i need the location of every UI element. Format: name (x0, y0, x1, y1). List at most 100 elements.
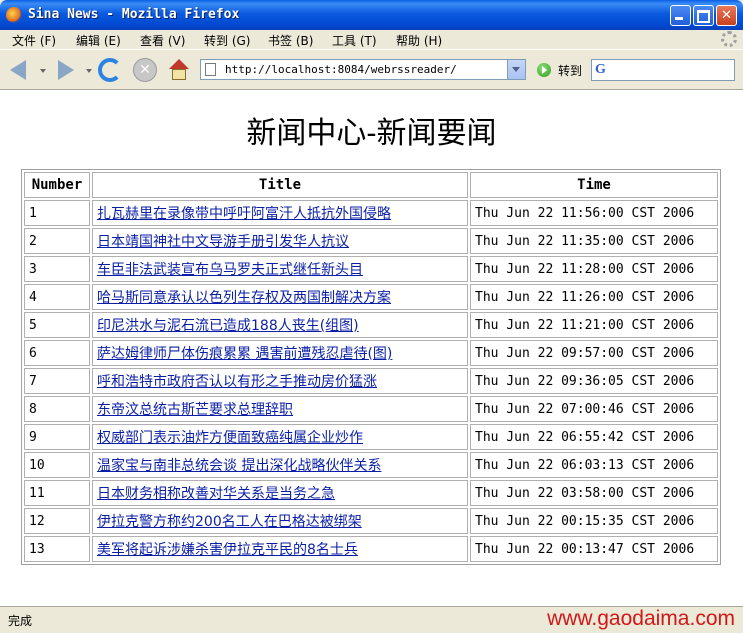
minimize-button[interactable] (670, 5, 691, 26)
table-row: 6 萨达姆律师尸体伤痕累累 遇害前遭残忍虐待(图) Thu Jun 22 09:57… (24, 340, 718, 366)
search-input[interactable]: G (591, 59, 735, 81)
back-button[interactable] (8, 58, 32, 82)
forward-icon (58, 60, 74, 80)
row-title-cell: 美军将起诉涉嫌杀害伊拉克平民的8名士兵 (92, 536, 468, 562)
news-title-link[interactable]: 美军将起诉涉嫌杀害伊拉克平民的8名士兵 (97, 542, 358, 558)
news-title-link[interactable]: 车臣非法武装宣布乌马罗夫正式继任新头目 (97, 262, 363, 278)
window-title-bar[interactable]: Sina News - Mozilla Firefox ✕ (0, 0, 743, 30)
page-content: 新闻中心-新闻要闻 Number Title Time 1 扎瓦赫里在录像带中呼吁… (0, 90, 743, 606)
back-history-dropdown[interactable] (40, 69, 46, 73)
row-number: 11 (24, 480, 90, 506)
table-row: 2 日本靖国神社中文导游手册引发华人抗议 Thu Jun 22 11:35:00 C… (24, 228, 718, 254)
table-row: 9 权威部门表示油炸方便面致癌纯属企业炒作 Thu Jun 22 06:55:42 … (24, 424, 718, 450)
row-time: Thu Jun 22 03:58:00 CST 2006 (470, 480, 718, 506)
news-title-link[interactable]: 印尼洪水与泥石流已造成188人丧生(组图) (97, 318, 359, 334)
news-title-link[interactable]: 哈马斯同意承认以色列生存权及两国制解决方案 (97, 290, 391, 306)
row-title-cell: 温家宝与南非总统会谈 提出深化战略伙伴关系 (92, 452, 468, 478)
row-time: Thu Jun 22 00:13:47 CST 2006 (470, 536, 718, 562)
row-number: 12 (24, 508, 90, 534)
status-bar: 完成 www.gaodaima.com (0, 606, 743, 633)
menu-help[interactable]: 帮助 (H) (396, 32, 442, 49)
close-icon: ✕ (721, 8, 732, 23)
row-number: 7 (24, 368, 90, 394)
reload-icon[interactable] (98, 58, 122, 82)
news-title-link[interactable]: 日本靖国神社中文导游手册引发华人抗议 (97, 234, 349, 250)
menu-tools[interactable]: 工具 (T) (332, 32, 377, 49)
row-number: 9 (24, 424, 90, 450)
row-number: 4 (24, 284, 90, 310)
row-number: 3 (24, 256, 90, 282)
maximize-button[interactable] (693, 5, 714, 26)
go-button[interactable]: 转到 (558, 62, 582, 79)
minimize-icon (675, 17, 683, 20)
google-icon[interactable]: G (595, 62, 611, 78)
home-house (172, 69, 186, 80)
table-row: 7 呼和浩特市政府否认以有形之手推动房价猛涨 Thu Jun 22 09:36:05… (24, 368, 718, 394)
news-title-link[interactable]: 扎瓦赫里在录像带中呼吁阿富汗人抵抗外国侵略 (97, 206, 391, 222)
url-bar[interactable]: http://localhost:8084/webrssreader/ (200, 59, 526, 80)
menu-edit[interactable]: 编辑 (E) (76, 32, 121, 49)
header-time: Time (470, 172, 718, 198)
go-icon[interactable] (537, 63, 551, 77)
row-time: Thu Jun 22 00:15:35 CST 2006 (470, 508, 718, 534)
forward-button[interactable] (54, 58, 78, 82)
table-row: 3 车臣非法武装宣布乌马罗夫正式继任新头目 Thu Jun 22 11:28:00 … (24, 256, 718, 282)
news-table: Number Title Time 1 扎瓦赫里在录像带中呼吁阿富汗人抵抗外国侵略… (21, 169, 721, 565)
navigation-toolbar: ✕ http://localhost:8084/webrssreader/ 转到… (0, 49, 743, 90)
row-title-cell: 扎瓦赫里在录像带中呼吁阿富汗人抵抗外国侵略 (92, 200, 468, 226)
forward-history-dropdown[interactable] (86, 69, 92, 73)
news-title-link[interactable]: 东帝汶总统古斯芒要求总理辞职 (97, 402, 293, 418)
header-title: Title (92, 172, 468, 198)
row-number: 6 (24, 340, 90, 366)
row-time: Thu Jun 22 11:26:00 CST 2006 (470, 284, 718, 310)
menu-view[interactable]: 查看 (V) (140, 32, 185, 49)
row-time: Thu Jun 22 06:55:42 CST 2006 (470, 424, 718, 450)
home-roof (169, 59, 189, 69)
menu-bookmarks[interactable]: 书签 (B) (268, 32, 313, 49)
table-header-row: Number Title Time (24, 172, 718, 198)
table-row: 10 温家宝与南非总统会谈 提出深化战略伙伴关系 Thu Jun 22 06:03:… (24, 452, 718, 478)
row-title-cell: 日本靖国神社中文导游手册引发华人抗议 (92, 228, 468, 254)
row-title-cell: 权威部门表示油炸方便面致癌纯属企业炒作 (92, 424, 468, 450)
menu-go[interactable]: 转到 (G) (204, 32, 250, 49)
row-time: Thu Jun 22 11:28:00 CST 2006 (470, 256, 718, 282)
row-title-cell: 印尼洪水与泥石流已造成188人丧生(组图) (92, 312, 468, 338)
table-row: 12 伊拉克警方称约200名工人在巴格达被绑架 Thu Jun 22 00:15:3… (24, 508, 718, 534)
news-title-link[interactable]: 温家宝与南非总统会谈 提出深化战略伙伴关系 (97, 458, 381, 474)
news-table-body: 1 扎瓦赫里在录像带中呼吁阿富汗人抵抗外国侵略 Thu Jun 22 11:56:0… (24, 200, 718, 562)
row-time: Thu Jun 22 06:03:13 CST 2006 (470, 452, 718, 478)
table-row: 8 东帝汶总统古斯芒要求总理辞职 Thu Jun 22 07:00:46 CST 2… (24, 396, 718, 422)
row-title-cell: 萨达姆律师尸体伤痕累累 遇害前遭残忍虐待(图) (92, 340, 468, 366)
row-time: Thu Jun 22 11:56:00 CST 2006 (470, 200, 718, 226)
throbber-icon (721, 31, 737, 47)
row-time: Thu Jun 22 09:36:05 CST 2006 (470, 368, 718, 394)
home-icon[interactable] (167, 58, 191, 82)
url-input[interactable]: http://localhost:8084/webrssreader/ (225, 63, 457, 76)
close-button[interactable]: ✕ (716, 5, 737, 26)
row-time: Thu Jun 22 11:21:00 CST 2006 (470, 312, 718, 338)
row-number: 10 (24, 452, 90, 478)
row-title-cell: 车臣非法武装宣布乌马罗夫正式继任新头目 (92, 256, 468, 282)
firefox-logo-icon (6, 7, 22, 23)
news-title-link[interactable]: 呼和浩特市政府否认以有形之手推动房价猛涨 (97, 374, 377, 390)
row-title-cell: 呼和浩特市政府否认以有形之手推动房价猛涨 (92, 368, 468, 394)
row-number: 8 (24, 396, 90, 422)
watermark: www.gaodaima.com (547, 607, 735, 630)
stop-icon[interactable]: ✕ (133, 58, 157, 82)
url-dropdown-button[interactable] (507, 60, 525, 79)
status-text: 完成 (8, 614, 33, 628)
menu-bar: 文件 (F) 编辑 (E) 查看 (V) 转到 (G) 书签 (B) 工具 (T… (0, 30, 743, 49)
news-title-link[interactable]: 权威部门表示油炸方便面致癌纯属企业炒作 (97, 430, 363, 446)
menu-file[interactable]: 文件 (F) (12, 32, 56, 49)
table-row: 1 扎瓦赫里在录像带中呼吁阿富汗人抵抗外国侵略 Thu Jun 22 11:56:0… (24, 200, 718, 226)
table-row: 5 印尼洪水与泥石流已造成188人丧生(组图) Thu Jun 22 11:21:0… (24, 312, 718, 338)
news-title-link[interactable]: 萨达姆律师尸体伤痕累累 遇害前遭残忍虐待(图) (97, 346, 392, 362)
row-number: 1 (24, 200, 90, 226)
page-icon (205, 63, 216, 76)
row-title-cell: 哈马斯同意承认以色列生存权及两国制解决方案 (92, 284, 468, 310)
row-number: 5 (24, 312, 90, 338)
page-title: 新闻中心-新闻要闻 (246, 116, 497, 151)
news-title-link[interactable]: 伊拉克警方称约200名工人在巴格达被绑架 (97, 514, 362, 530)
row-number: 2 (24, 228, 90, 254)
news-title-link[interactable]: 日本财务相称改善对华关系是当务之急 (97, 486, 335, 502)
